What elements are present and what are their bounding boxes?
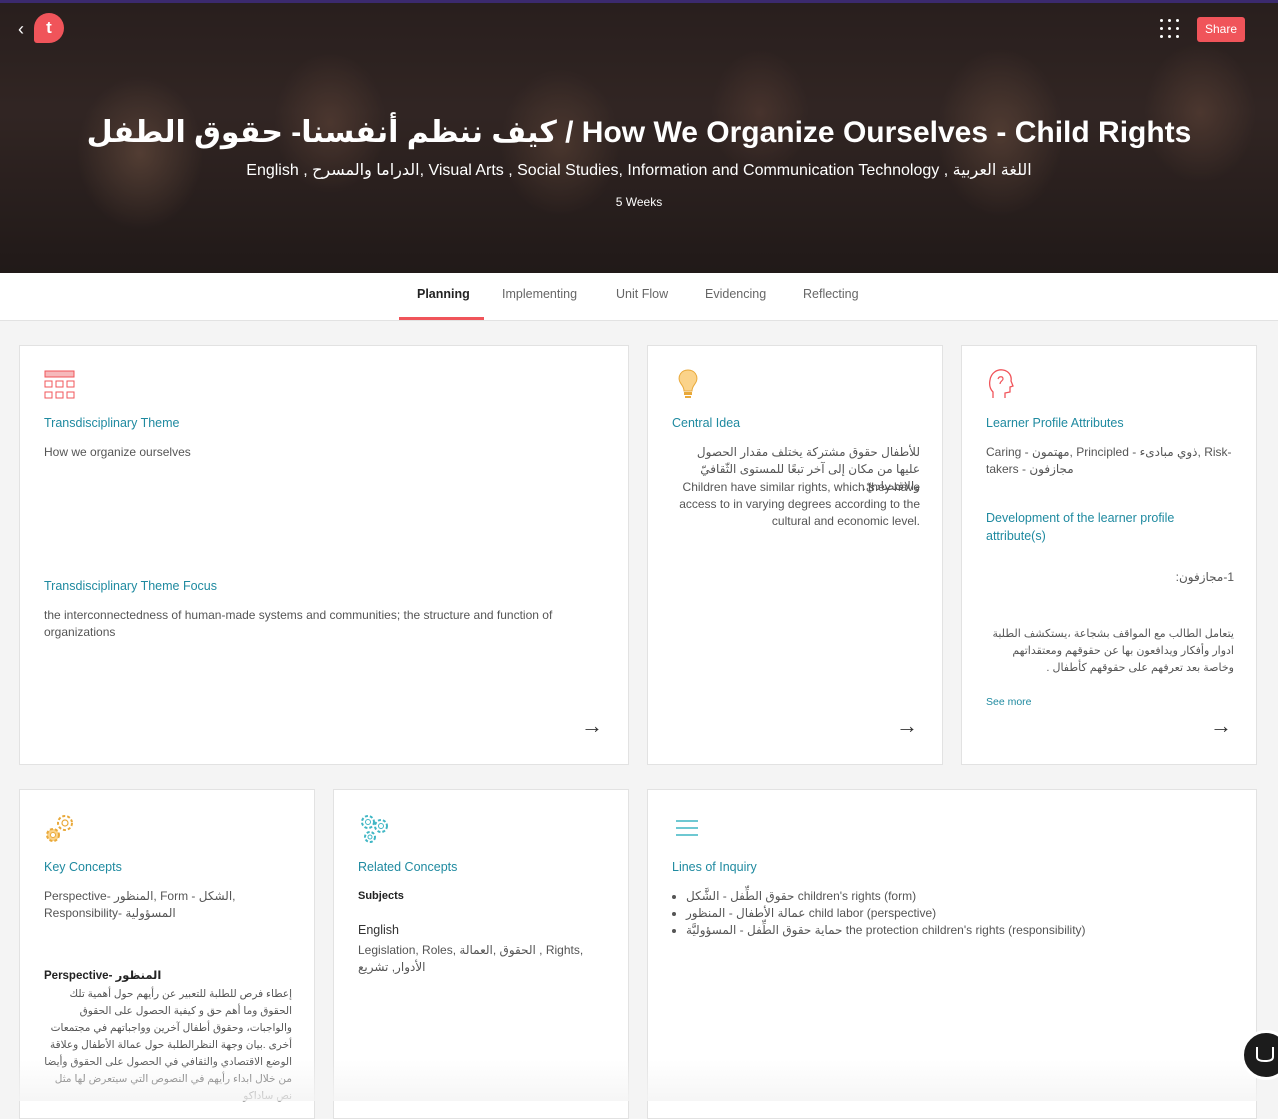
- head-profile-icon: [988, 369, 1014, 398]
- unit-subjects: English , الدراما والمسرح, Visual Arts ,…: [246, 162, 1032, 179]
- tab-evidencing[interactable]: Evidencing: [705, 287, 766, 301]
- learner-profile-dev-text: يتعامل الطالب مع المواقف بشجاعة ،يستكشف …: [992, 628, 1234, 674]
- subjects-label: Subjects: [358, 890, 404, 902]
- lightbulb-icon: [678, 369, 698, 398]
- arrow-right-icon[interactable]: →: [896, 713, 918, 739]
- list-item: عمالة الأطفال - المنظور child labor (per…: [686, 905, 1232, 922]
- central-idea-english: Children have similar rights, which they…: [679, 480, 920, 528]
- unit-duration: 5 Weeks: [615, 195, 663, 209]
- calendar-grid-icon: [44, 370, 75, 399]
- card-learner-profile[interactable]: Learner Profile Attributes Caring - مهتم…: [961, 345, 1257, 765]
- central-idea-title: Central Idea: [672, 416, 741, 430]
- gear-network-icon: [361, 815, 388, 843]
- gears-icon: [46, 815, 73, 842]
- list-item: حقوق الطِّفل - الشَّكل children's rights…: [686, 888, 1232, 905]
- card-related-concepts[interactable]: Related Concepts Subjects English Legisl…: [333, 789, 629, 1119]
- see-more-link[interactable]: See more: [986, 696, 1032, 708]
- hero-banner: ‹ t Share كيف ننظم أنفسنا- حقوق الطفل / …: [0, 3, 1278, 273]
- learner-profile-text: Caring - مهتمون, Principled - ذوي مبادىء…: [986, 445, 1232, 476]
- learner-profile-dev-title: Development of the learner profile attri…: [986, 511, 1175, 543]
- perspective-label: Perspective- المنظور: [44, 970, 162, 982]
- theme-title: Transdisciplinary Theme: [44, 416, 180, 430]
- app-logo[interactable]: t: [34, 13, 64, 43]
- card-central-idea[interactable]: Central Idea للأطفال حقوق مشتركة يختلف م…: [647, 345, 943, 765]
- subject-name: English: [358, 923, 399, 937]
- unit-title: كيف ننظم أنفسنا- حقوق الطفل / How We Org…: [86, 116, 1192, 149]
- key-concepts-title: Key Concepts: [44, 860, 122, 874]
- card-lines-of-inquiry[interactable]: Lines of Inquiry حقوق الطِّفل - الشَّكل …: [647, 789, 1257, 1119]
- tab-bar: Planning Implementing Unit Flow Evidenci…: [0, 273, 1278, 321]
- theme-text: How we organize ourselves: [44, 445, 191, 459]
- tab-reflecting[interactable]: Reflecting: [803, 287, 859, 301]
- key-concepts-text: Perspective- المنظور, Form - الشكل, Resp…: [44, 889, 236, 920]
- perspective-text: إعطاء فرص للطلبة للتعبير عن رأيهم حول أه…: [44, 988, 292, 1102]
- theme-focus-title: Transdisciplinary Theme Focus: [44, 579, 217, 593]
- theme-focus-text: the interconnectedness of human-made sys…: [44, 608, 553, 639]
- related-concepts-text: Legislation, Roles, الحقوق ,العمالة , Ri…: [358, 943, 584, 974]
- lines-of-inquiry-title: Lines of Inquiry: [672, 860, 757, 874]
- tab-implementing[interactable]: Implementing: [502, 287, 577, 301]
- card-key-concepts[interactable]: Key Concepts Perspective- المنظور, Form …: [19, 789, 315, 1119]
- related-concepts-title: Related Concepts: [358, 860, 458, 874]
- tab-planning[interactable]: Planning: [417, 287, 470, 301]
- learner-profile-dev-item: 1-مجازفون:: [1175, 570, 1234, 584]
- share-button[interactable]: Share: [1197, 17, 1245, 42]
- lines-icon: [676, 820, 698, 836]
- list-item: حماية حقوق الطِّفل - المسؤوليَّة the pro…: [686, 922, 1232, 939]
- card-transdisciplinary-theme[interactable]: Transdisciplinary Theme How we organize …: [19, 345, 629, 765]
- active-tab-indicator: [399, 317, 484, 320]
- inquiry-list: حقوق الطِّفل - الشَّكل children's rights…: [672, 888, 1232, 939]
- tab-unit-flow[interactable]: Unit Flow: [616, 287, 668, 301]
- learner-profile-title: Learner Profile Attributes: [986, 416, 1124, 430]
- grid-dots-icon[interactable]: [1158, 17, 1182, 41]
- arrow-right-icon[interactable]: →: [1210, 713, 1232, 739]
- arrow-right-icon[interactable]: →: [581, 713, 603, 739]
- back-button[interactable]: ‹: [18, 19, 24, 40]
